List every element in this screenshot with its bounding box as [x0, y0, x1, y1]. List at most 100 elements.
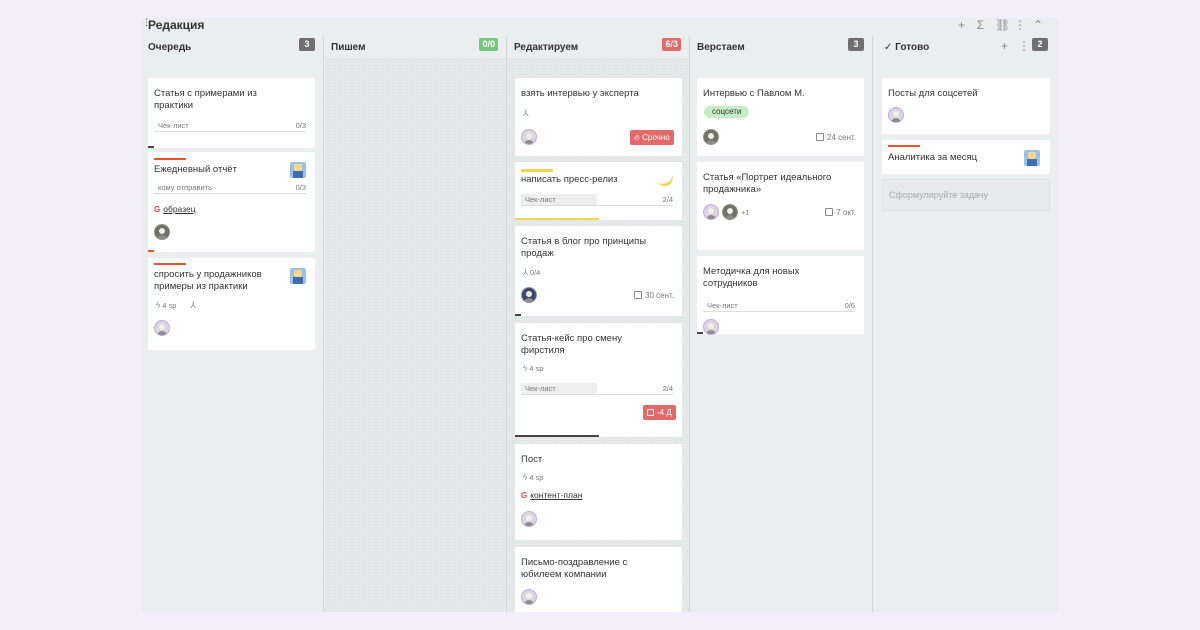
lightning-icon: ϟ [523, 473, 528, 482]
column-count-badge: 2 [1032, 38, 1048, 51]
task-card[interactable]: Статья с примерами из практики Чек-лист … [148, 78, 315, 148]
checklist-label: Чек-лист [707, 301, 738, 310]
new-task-placeholder: Сформулируйте задачу [889, 190, 989, 200]
banana-icon [654, 169, 676, 189]
member-avatar[interactable] [154, 320, 170, 336]
checkmark-icon: ✓ [884, 42, 896, 53]
member-avatar[interactable] [703, 319, 719, 335]
collapse-icon[interactable]: ⌃ [1033, 18, 1043, 32]
priority-bar [888, 145, 920, 147]
more-icon[interactable]: ⋮ [1014, 18, 1026, 32]
checklist-label: Чек-лист [525, 195, 556, 204]
overdue-label[interactable]: -4 Д [643, 405, 676, 420]
card-title: Ежедневный отчёт [154, 164, 237, 175]
subtasks-icon: ⅄ [523, 108, 529, 118]
drag-handle-icon[interactable]: ⋮ [142, 18, 151, 27]
due-date[interactable]: 24 сент. [816, 133, 856, 142]
task-card[interactable]: Пост ϟ4 sp Gконтент-план [515, 444, 682, 540]
task-card[interactable]: Письмо-поздравление с юбилеем компании [515, 547, 682, 612]
calendar-icon [634, 291, 642, 299]
member-avatar[interactable] [722, 204, 738, 220]
card-title: Аналитика за месяц [888, 152, 978, 163]
checklist-progress[interactable]: кому отправить 0/3 [154, 182, 306, 194]
column-title: ✓ Готово [884, 42, 930, 53]
card-title: Посты для соцсетей [888, 88, 978, 99]
column-done: ✓ Готово + ⋮ 2 Посты для соцсетей Аналит… [874, 36, 1058, 612]
card-progress-line [148, 250, 154, 252]
card-title: Пост [521, 454, 543, 465]
add-card-icon[interactable]: + [1000, 39, 1009, 53]
card-title: Статья-кейс про смену фирстиля [521, 333, 622, 356]
attachment-link[interactable]: Gобразец [154, 204, 196, 214]
card-title: Интервью с Павлом М. [703, 88, 805, 99]
task-card[interactable]: Статья в блог про принципы продаж ⅄ 0/4 3… [515, 226, 682, 316]
calendar-icon [816, 133, 824, 141]
member-avatar[interactable] [521, 589, 537, 605]
new-task-input[interactable]: Сформулируйте задачу [882, 179, 1050, 211]
card-title: Письмо-поздравление с юбилеем компании [521, 557, 628, 580]
checklist-progress[interactable]: Чек-лист 2/4 [521, 194, 673, 206]
robot-avatar-icon [1024, 150, 1040, 166]
card-title: Статья с примерами из практики [154, 88, 257, 111]
column-count-badge: 6/3 [662, 38, 681, 51]
task-card[interactable]: Статья-кейс про смену фирстиля ϟ4 sp Чек… [515, 323, 682, 437]
member-avatar[interactable] [521, 511, 537, 527]
member-avatar[interactable] [521, 129, 537, 145]
google-icon: G [154, 205, 161, 214]
checklist-count: 2/4 [662, 384, 673, 393]
board-title: Редакция [148, 18, 205, 32]
task-card[interactable]: спросить у продажников примеры из практи… [148, 258, 315, 350]
member-avatar[interactable] [703, 129, 719, 145]
task-card[interactable]: Ежедневный отчёт кому отправить 0/3 Gобр… [148, 152, 315, 252]
sigma-icon[interactable]: Σ [976, 18, 985, 32]
card-progress-line [515, 435, 599, 437]
task-card[interactable]: написать пресс-релиз Чек-лист 2/4 [515, 162, 682, 220]
card-progress-line [515, 314, 521, 316]
lightning-icon: ϟ [523, 364, 528, 373]
urgent-label[interactable]: 🔥︎ Срочно [630, 130, 674, 145]
lightning-icon: ϟ [156, 301, 161, 310]
highlight-bar [521, 169, 553, 172]
checklist-label: Чек-лист [525, 384, 556, 393]
column-title: Редактируем [514, 42, 579, 53]
board-toolbar: + Σ ⛓ ⋮ ⌃ [957, 18, 1043, 32]
card-title: спросить у продажников примеры из практи… [154, 269, 262, 292]
column-title: Пишем [331, 42, 366, 53]
story-points: ϟ4 sp [523, 364, 544, 373]
empty-column-dropzone[interactable] [325, 58, 506, 612]
task-card[interactable]: Статья «Портрет идеального продажника» +… [697, 162, 864, 250]
task-card[interactable]: Методичка для новых сотрудников Чек-лист… [697, 256, 864, 335]
member-avatar[interactable] [888, 107, 904, 123]
extra-members-count[interactable]: +1 [741, 208, 750, 217]
due-date[interactable]: 7 окт. [825, 208, 856, 217]
card-progress-line [515, 218, 599, 220]
column-more-icon[interactable]: ⋮ [1018, 39, 1030, 53]
checklist-progress[interactable]: Чек-лист 0/6 [703, 300, 855, 312]
member-avatar[interactable] [521, 287, 537, 303]
checklist-progress[interactable]: Чек-лист 2/4 [521, 383, 673, 395]
plus-icon[interactable]: + [957, 18, 966, 32]
card-title: взять интервью у эксперта [521, 88, 639, 99]
checklist-count: 0/3 [295, 121, 306, 130]
column-count-badge: 3 [848, 38, 864, 51]
checklist-count: 0/3 [295, 183, 306, 192]
card-progress-line [697, 332, 703, 334]
task-card[interactable]: Посты для соцсетей [882, 78, 1050, 134]
task-card[interactable]: Интервью с Павлом М. соцсети 24 сент. [697, 78, 864, 156]
task-card[interactable]: Аналитика за месяц [882, 140, 1050, 174]
task-card[interactable]: взять интервью у эксперта ⅄ 🔥︎ Срочно [515, 78, 682, 156]
link-icon[interactable]: ⛓ [995, 18, 1010, 32]
checklist-progress[interactable]: Чек-лист 0/3 [154, 120, 306, 132]
member-avatar[interactable] [703, 204, 719, 220]
checklist-count: 2/4 [662, 195, 673, 204]
fire-icon: 🔥︎ [634, 133, 643, 142]
attachment-link[interactable]: Gконтент-план [521, 490, 582, 500]
checklist-label: кому отправить [158, 183, 212, 192]
due-date[interactable]: 30 сент. [634, 291, 674, 300]
tag-label[interactable]: соцсети [704, 106, 750, 118]
story-points: ϟ4 sp [523, 473, 544, 482]
card-title: написать пресс-релиз [521, 174, 618, 185]
member-avatar[interactable] [154, 224, 170, 240]
subtasks-icon: ⅄ [523, 268, 528, 277]
board-header: ⋮ Редакция + Σ ⛓ ⋮ ⌃ [142, 18, 1058, 36]
